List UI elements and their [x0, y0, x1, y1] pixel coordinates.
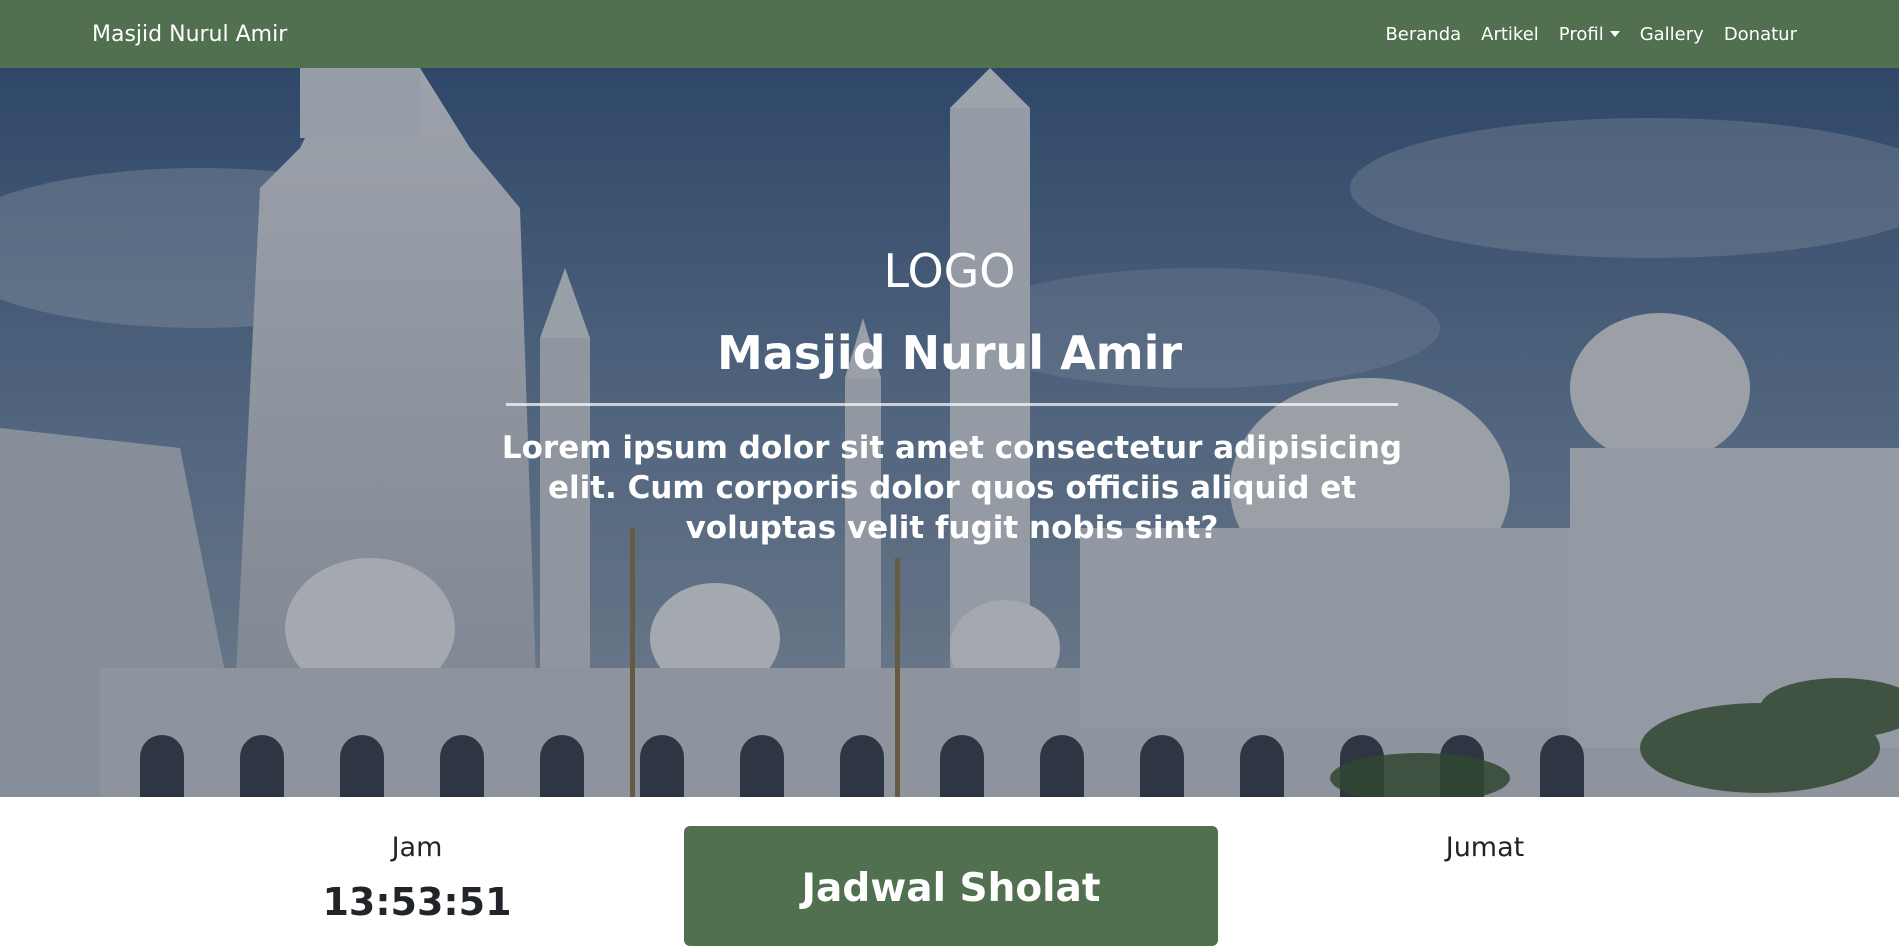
nav-item-gallery[interactable]: Gallery	[1630, 16, 1714, 53]
prayer-schedule-title: Jadwal Sholat	[801, 866, 1101, 911]
nav-item-beranda[interactable]: Beranda	[1375, 16, 1471, 53]
navbar-brand[interactable]: Masjid Nurul Amir	[92, 22, 287, 47]
caret-down-icon	[1609, 31, 1620, 37]
nav-menu: Beranda Artikel Profil Gallery Donatur	[1375, 16, 1807, 53]
navbar: Masjid Nurul Amir Beranda Artikel Profil…	[0, 0, 1899, 68]
prayer-schedule-card[interactable]: Jadwal Sholat	[684, 826, 1218, 946]
clock-time: 13:53:51	[322, 880, 512, 924]
hero-divider	[506, 403, 1398, 406]
clock-label: Jam	[391, 832, 443, 863]
nav-item-profil-label: Profil	[1558, 23, 1604, 45]
hero-title: Masjid Nurul Amir	[716, 326, 1183, 380]
nav-item-donatur[interactable]: Donatur	[1714, 16, 1807, 53]
nav-item-profil-dropdown[interactable]: Profil	[1549, 16, 1630, 53]
hero-content: LOGO Masjid Nurul Amir Lorem ipsum dolor…	[0, 68, 1899, 797]
nav-item-artikel[interactable]: Artikel	[1471, 16, 1549, 53]
hero-logo-text: LOGO	[883, 244, 1016, 298]
hero-section: LOGO Masjid Nurul Amir Lorem ipsum dolor…	[0, 68, 1899, 797]
day-label: Jumat	[1445, 832, 1525, 863]
hero-lead-text: Lorem ipsum dolor sit amet consectetur a…	[501, 430, 1403, 546]
